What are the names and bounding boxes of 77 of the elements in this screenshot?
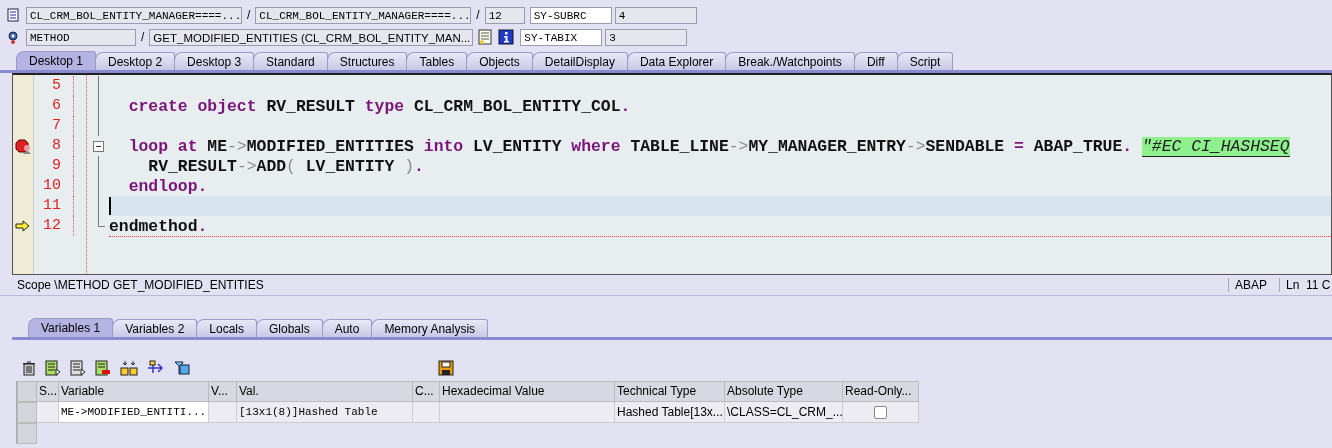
variables-tab[interactable]: Auto <box>321 319 373 337</box>
column-header[interactable]: Absolute Type <box>725 381 843 402</box>
code-text: endloop. <box>127 176 208 196</box>
separator-text: / <box>140 30 146 44</box>
variables-tab[interactable]: Variables 1 <box>28 318 114 337</box>
line-number: 10 <box>34 176 74 196</box>
filter-icon[interactable] <box>174 360 190 376</box>
column-header[interactable]: Variable <box>59 381 209 402</box>
column-header[interactable]: Hexadecimal Value <box>440 381 615 402</box>
column-header[interactable]: Read-Only... <box>843 381 919 402</box>
desktop-tab[interactable]: Desktop 3 <box>174 52 255 70</box>
line-number: 5 <box>34 76 74 96</box>
line-number: 7 <box>34 116 74 136</box>
desktop-tab[interactable]: Tables <box>406 52 468 70</box>
desktop-tab[interactable]: Break./Watchpoints <box>725 52 855 70</box>
desktop-tab[interactable]: DetailDisplay <box>531 52 628 70</box>
document-icon <box>6 8 20 22</box>
desktop-tab[interactable]: Desktop 2 <box>95 52 176 70</box>
desktop-tab[interactable]: Desktop 1 <box>16 51 97 70</box>
desktop-tab[interactable]: Data Explorer <box>626 52 727 70</box>
desktop-tab[interactable]: Script <box>896 52 954 70</box>
variables-tab[interactable]: Variables 2 <box>112 319 198 337</box>
cursor-position-text: Ln 11 C <box>1279 278 1332 292</box>
breakpoint-gutter[interactable] <box>13 75 34 274</box>
column-header[interactable]: V... <box>209 381 237 402</box>
table-cell <box>37 402 59 423</box>
info-icon[interactable] <box>498 29 515 45</box>
column-header[interactable]: C... <box>413 381 440 402</box>
save-icon[interactable] <box>438 360 454 376</box>
code-text: endmethod. <box>109 216 208 236</box>
column-header[interactable]: S... <box>37 381 59 402</box>
table-cell: Hashed Table[13x... <box>615 402 725 423</box>
code-text: create object RV_RESULT type CL_CRM_BOL_ENTITY_COL. <box>127 96 631 116</box>
arrows-icon[interactable] <box>147 360 165 376</box>
line-field: 12 <box>484 6 525 24</box>
separator-text: / <box>246 8 252 22</box>
table-cell <box>413 402 440 423</box>
desktop-tab[interactable]: Structures <box>326 52 408 70</box>
program-field: CL_CRM_BOL_ENTITY_MANAGER====... <box>26 6 242 24</box>
system-variable-field[interactable]: SY-SUBRC <box>529 6 612 24</box>
code-text: RV_RESULT->ADD( LV_ENTITY ). <box>147 156 424 176</box>
document-icon[interactable] <box>95 360 111 376</box>
scope-text: Scope \METHOD GET_MODIFIED_ENTITIES <box>17 278 264 292</box>
desktop-tab[interactable]: Objects <box>466 52 533 70</box>
variables-tab[interactable]: Locals <box>196 319 257 337</box>
document-icon[interactable] <box>45 360 61 376</box>
read-only-checkbox[interactable] <box>874 405 887 419</box>
line-number: 8 <box>34 136 74 156</box>
include-field: CL_CRM_BOL_ENTITY_MANAGER====... <box>255 6 472 24</box>
desktop-tab[interactable]: Standard <box>253 52 328 70</box>
desktop-tab[interactable]: Diff <box>853 52 898 70</box>
line-number: 12 <box>34 216 74 236</box>
arrows-icon[interactable] <box>120 360 138 376</box>
line-number: 11 <box>34 196 74 216</box>
trash-icon[interactable] <box>22 360 36 376</box>
column-header[interactable]: Val. <box>237 381 413 402</box>
code-editor[interactable] <box>12 73 1332 275</box>
language-text: ABAP <box>1228 278 1279 292</box>
variables-tab[interactable]: Globals <box>256 319 323 337</box>
variables-tab[interactable]: Memory Analysis <box>371 319 489 337</box>
system-variable-field[interactable]: SY-TABIX <box>520 28 603 46</box>
event-type-field: METHOD <box>26 28 136 46</box>
document-icon[interactable] <box>70 360 86 376</box>
breakpoint-icon[interactable] <box>14 138 32 154</box>
collapse-icon[interactable] <box>92 140 104 152</box>
table-cell <box>209 402 237 423</box>
line-number: 6 <box>34 96 74 116</box>
system-value-field: 4 <box>614 6 697 24</box>
line-number: 9 <box>34 156 74 176</box>
table-cell: [13x1(8)]Hashed Table <box>237 402 413 423</box>
event-field: GET_MODIFIED_ENTITIES (CL_CRM_BOL_ENTITY_MAN... <box>149 28 474 46</box>
code-text: loop at ME->MODIFIED_ENTITIES into LV_ENTITY where TABLE_LINE->MY_MANAGER_ENTRY->SENDABLE = ABAP_TRUE. "#EC CI_HASHSEQ <box>127 136 1290 156</box>
table-cell: ME->MODIFIED_ENTITI... <box>59 402 209 423</box>
separator-text: / <box>475 8 481 22</box>
table-cell: \CLASS=CL_CRM_... <box>725 402 843 423</box>
column-header[interactable]: Technical Type <box>615 381 725 402</box>
system-value-field: 3 <box>605 28 688 46</box>
